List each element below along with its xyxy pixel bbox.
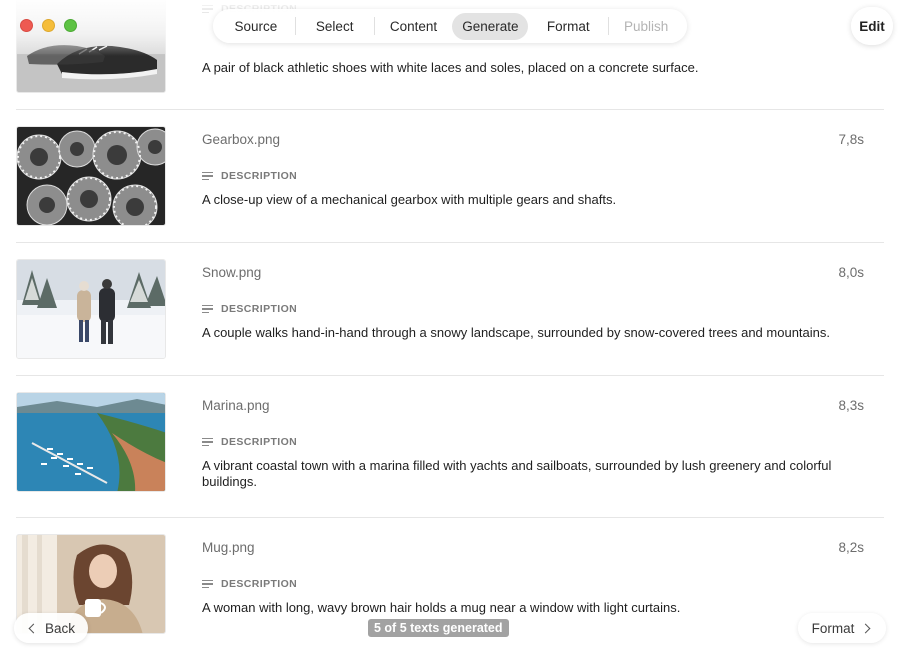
zoom-window-button[interactable] [64, 19, 77, 32]
edit-button[interactable]: Edit [851, 7, 893, 45]
file-name: Mug.png [202, 540, 255, 555]
description-label: DESCRIPTION [202, 170, 297, 182]
thumbnail-gearbox [16, 126, 166, 226]
tab-format[interactable]: Format [528, 13, 608, 40]
tab-source[interactable]: Source [217, 13, 295, 40]
description-text: A woman with long, wavy brown hair holds… [202, 600, 681, 615]
close-window-button[interactable] [20, 19, 33, 32]
tab-publish: Publish [623, 18, 669, 34]
description-text: A couple walks hand-in-hand through a sn… [202, 325, 830, 340]
generation-status: 5 of 5 texts generated [368, 619, 509, 637]
description-label: DESCRIPTION [202, 578, 297, 590]
tab-content[interactable]: Content [375, 13, 453, 40]
next-format-button[interactable]: Format [798, 613, 886, 643]
thumbnail-shoes [16, 0, 166, 93]
file-name: Marina.png [202, 398, 270, 413]
list-item[interactable]: Gearbox.png 7,8s DESCRIPTION A close-up … [16, 110, 884, 243]
chevron-left-icon [28, 623, 39, 633]
back-button[interactable]: Back [14, 613, 88, 643]
text-lines-icon [202, 171, 213, 181]
generation-time: 8,0s [838, 265, 864, 280]
file-name: Snow.png [202, 265, 262, 280]
thumbnail-marina [16, 392, 166, 492]
text-lines-icon [202, 304, 213, 314]
list-item[interactable]: Marina.png 8,3s DESCRIPTION A vibrant co… [16, 376, 884, 518]
back-button-label: Back [44, 620, 75, 636]
description-text: A vibrant coastal town with a marina fil… [202, 458, 832, 489]
tab-generate[interactable]: Generate [452, 12, 529, 40]
step-navigation: Source Select Content Generate Format Pu… [213, 9, 687, 43]
description-text: A close-up view of a mechanical gearbox … [202, 192, 617, 207]
file-name: Gearbox.png [202, 132, 281, 147]
chevron-right-icon [860, 623, 871, 633]
generation-time: 8,2s [838, 540, 864, 555]
text-lines-icon [202, 579, 213, 589]
generation-time: 7,8s [838, 132, 864, 147]
window-controls [20, 19, 77, 32]
text-lines-icon [202, 4, 213, 14]
description-text: A pair of black athletic shoes with whit… [202, 60, 699, 75]
minimize-window-button[interactable] [42, 19, 55, 32]
generation-time: 8,3s [838, 398, 864, 413]
thumbnail-snow [16, 259, 166, 359]
app-window: DESCRIPTION A pair of black athletic sho… [0, 0, 900, 652]
tab-select[interactable]: Select [296, 13, 374, 40]
description-label: DESCRIPTION [202, 303, 297, 315]
text-lines-icon [202, 437, 213, 447]
list-item[interactable]: Snow.png 8,0s DESCRIPTION A couple walks… [16, 243, 884, 376]
description-label: DESCRIPTION [202, 436, 297, 448]
next-button-label: Format [811, 620, 855, 636]
